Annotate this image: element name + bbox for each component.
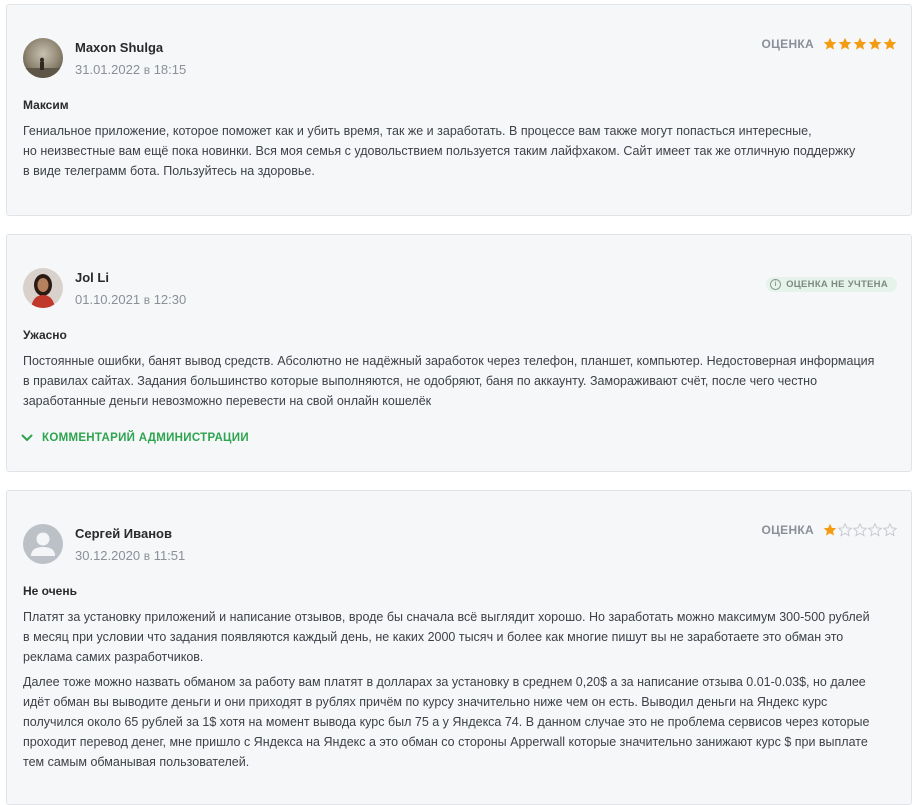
- avatar[interactable]: [23, 524, 63, 564]
- review-text: Платят за установку приложений и написан…: [23, 610, 870, 664]
- review-card: Maxon Shulga 31.01.2022 в 18:15 ОЦЕНКА М…: [6, 4, 912, 216]
- star-empty-icon: [883, 523, 897, 537]
- badge-label: ОЦЕНКА НЕ УЧТЕНА: [786, 279, 888, 290]
- star-empty-icon: [838, 523, 852, 537]
- rating-stars: [822, 37, 897, 51]
- star-filled-icon: [853, 37, 867, 50]
- review-title: Ужасно: [23, 328, 67, 342]
- avatar[interactable]: [23, 268, 63, 308]
- review-rating: ОЦЕНКА: [761, 523, 897, 537]
- star-filled-icon: [823, 37, 837, 50]
- review-author: Сергей Иванов: [75, 526, 172, 541]
- rating-not-counted-badge: i ОЦЕНКА НЕ УЧТЕНА: [766, 277, 897, 292]
- admin-comment-toggle[interactable]: КОММЕНТАРИЙ АДМИНИСТРАЦИИ: [21, 432, 249, 444]
- rating-label: ОЦЕНКА: [761, 37, 814, 51]
- star-empty-icon: [868, 523, 882, 537]
- review-date: 31.01.2022 в 18:15: [75, 62, 187, 77]
- review-date: 30.12.2020 в 11:51: [75, 548, 186, 563]
- review-author: Maxon Shulga: [75, 40, 164, 55]
- review-text: Постоянные ошибки, банят вывод средств. …: [23, 354, 875, 408]
- rating-stars: [822, 523, 897, 537]
- admin-comment-label: КОММЕНТАРИЙ АДМИНИСТРАЦИИ: [42, 432, 249, 444]
- star-empty-icon: [853, 523, 867, 537]
- review-title: Максим: [23, 98, 69, 112]
- review-card: Сергей Иванов 30.12.2020 в 11:51 ОЦЕНКА …: [6, 490, 912, 805]
- review-text: Гениальное приложение, которое поможет к…: [23, 124, 856, 178]
- star-filled-icon: [823, 523, 837, 536]
- rating-label: ОЦЕНКА: [761, 523, 814, 537]
- review-title: Не очень: [23, 584, 77, 598]
- review-author: Jol Li: [75, 270, 109, 285]
- review-date: 01.10.2021 в 12:30: [75, 292, 187, 307]
- star-filled-icon: [868, 37, 882, 50]
- avatar[interactable]: [23, 38, 63, 78]
- review-text: Далее тоже можно назвать обманом за рабо…: [23, 675, 870, 769]
- info-icon: i: [770, 279, 782, 290]
- review-card: Jol Li 01.10.2021 в 12:30 i ОЦЕНКА НЕ УЧ…: [6, 234, 912, 472]
- star-filled-icon: [838, 37, 852, 50]
- chevron-down-icon: [21, 434, 33, 441]
- review-rating: ОЦЕНКА: [761, 37, 897, 51]
- star-filled-icon: [883, 37, 897, 50]
